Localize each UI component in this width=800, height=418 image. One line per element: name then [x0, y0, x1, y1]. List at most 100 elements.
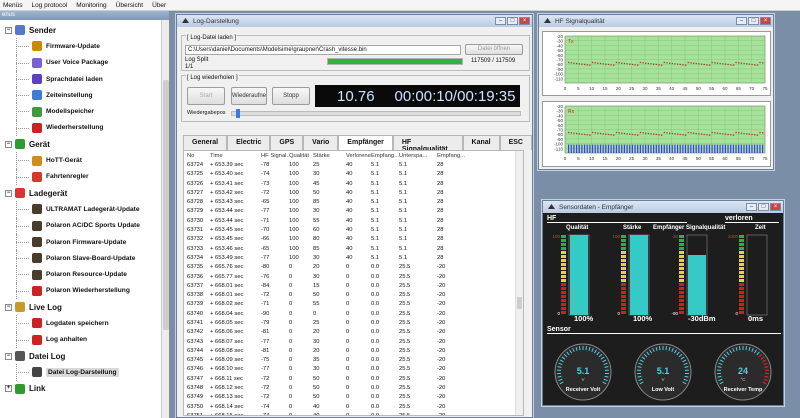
table-row[interactable]: 63747 + 668.11 sec -72 0 50 0 0.0 25.5 -20 — [184, 374, 523, 383]
tab-3[interactable]: Vario — [303, 135, 339, 150]
table-row[interactable]: 63724 + 653.39 sec -78 100 25 40 5.1 5.1 28 — [184, 160, 523, 169]
column-header[interactable]: Unterspa... — [399, 153, 437, 159]
table-row[interactable]: 63733 + 653.46 sec -65 100 85 40 5.1 5.1 28 — [184, 244, 523, 253]
column-header[interactable]: No — [184, 153, 210, 159]
table-row[interactable]: 63742 + 668.06 sec -81 0 20 0 0.0 25.5 -20 — [184, 328, 523, 337]
expand-toggle-icon[interactable]: − — [5, 140, 12, 148]
table-row[interactable]: 63738 + 668.01 sec -72 0 50 0 0.0 25.5 -20 — [184, 290, 523, 299]
table-row[interactable]: 63749 + 668.13 sec -72 0 50 0 0.0 25.5 -20 — [184, 393, 523, 402]
playback-slider-thumb[interactable] — [236, 109, 240, 118]
menu-item-3[interactable]: Übersicht — [116, 2, 143, 9]
menu-item-0[interactable]: Menüs — [3, 2, 23, 9]
column-header[interactable]: Time — [210, 153, 261, 159]
tab-5[interactable]: HF Signalqualität — [392, 135, 463, 153]
menu-item-4[interactable]: Über — [152, 2, 166, 9]
column-header[interactable]: Verlorene... — [346, 153, 371, 159]
table-row[interactable]: 63748 + 668.12 sec -72 0 50 0 0.0 25.5 -20 — [184, 383, 523, 392]
file-path-field[interactable]: C:\Users\daniel\Documents\Modelsime\grau… — [185, 45, 461, 55]
resume-button[interactable]: Wiederaufnehme — [231, 87, 267, 105]
close-button[interactable]: × — [519, 17, 530, 25]
maximize-button[interactable]: □ — [748, 17, 759, 25]
tree-item-0-3[interactable]: Zeiteinstellung — [0, 87, 161, 104]
menu-item-2[interactable]: Monitoring — [76, 2, 106, 9]
open-file-button[interactable]: Datei öffnen — [465, 44, 523, 55]
expand-toggle-icon[interactable]: − — [5, 26, 12, 34]
table-row[interactable]: 63726 + 653.41 sec -73 100 45 40 5.1 5.1 28 — [184, 179, 523, 188]
tab-2[interactable]: GPS — [270, 135, 304, 150]
playback-slider[interactable] — [231, 109, 521, 118]
tree-item-1-1[interactable]: Fahrtenregler — [0, 168, 161, 186]
table-row[interactable]: 63745 + 668.09 sec -75 0 35 0 0.0 25.5 -20 — [184, 356, 523, 365]
tab-7[interactable]: ESC — [499, 135, 532, 150]
table-row[interactable]: 63730 + 653.44 sec -71 100 55 40 5.1 5.1 28 — [184, 216, 523, 225]
table-row[interactable]: 63751 + 668.15 sec -74 0 40 0 0.0 25.5 -20 — [184, 411, 523, 415]
tree-category-5[interactable]: + Link — [0, 381, 161, 397]
tree-category-1[interactable]: − Gerät — [0, 136, 161, 152]
tree-item-4-0[interactable]: Datei Log-Darstellung — [0, 364, 161, 381]
tab-1[interactable]: Electric — [227, 135, 271, 150]
table-row[interactable]: 63734 + 653.49 sec -77 100 30 40 5.1 5.1 28 — [184, 253, 523, 262]
table-row[interactable]: 63735 + 665.76 sec -80 0 20 0 0.0 25.5 -20 — [184, 263, 523, 272]
minimize-button[interactable]: – — [736, 17, 747, 25]
close-button[interactable]: × — [770, 203, 781, 211]
column-header[interactable]: Stärke — [313, 153, 346, 159]
close-button[interactable]: × — [760, 17, 771, 25]
column-header[interactable]: HF Signal... — [261, 153, 289, 159]
tree-item-2-0[interactable]: ULTRAMAT Ladegerät-Update — [0, 201, 161, 218]
tree-item-0-1[interactable]: User Voice Package — [0, 54, 161, 72]
table-row[interactable]: 63727 + 653.42 sec -72 100 50 40 5.1 5.1 28 — [184, 188, 523, 197]
column-header[interactable]: Empfang... — [437, 153, 467, 159]
tree-scroll-thumb[interactable] — [163, 80, 169, 330]
tab-4[interactable]: Empfänger — [338, 135, 393, 151]
tree-item-0-5[interactable]: Wiederherstellung — [0, 119, 161, 137]
tree-item-2-2[interactable]: Polaron Firmware-Update — [0, 233, 161, 251]
tree-item-2-5[interactable]: Polaron Wiederherstellung — [0, 282, 161, 300]
start-button[interactable]: Start — [187, 87, 225, 105]
table-scrollbar[interactable] — [515, 151, 523, 415]
tree-item-3-0[interactable]: Logdaten speichern — [0, 315, 161, 332]
table-row[interactable]: 63725 + 653.40 sec -74 100 30 40 5.1 5.1 28 — [184, 170, 523, 179]
tab-0[interactable]: General — [183, 135, 228, 150]
expand-toggle-icon[interactable]: − — [5, 189, 12, 197]
minimize-button[interactable]: – — [495, 17, 506, 25]
log-window-titlebar[interactable]: Log-Darstellung – □ × — [177, 15, 532, 27]
table-row[interactable]: 63741 + 668.05 sec -79 0 25 0 0.0 25.5 -20 — [184, 318, 523, 327]
table-scroll-thumb[interactable] — [517, 297, 522, 309]
tree-item-1-0[interactable]: HoTT-Gerät — [0, 152, 161, 169]
table-row[interactable]: 63736 + 665.77 sec -76 0 30 0 0.0 25.5 -20 — [184, 272, 523, 281]
tree-item-2-4[interactable]: Polaron Resource-Update — [0, 266, 161, 284]
tree-item-0-4[interactable]: Modellspeicher — [0, 103, 161, 121]
table-row[interactable]: 63737 + 668.01 sec -84 0 15 0 0.0 25.5 -20 — [184, 281, 523, 290]
tree-item-0-0[interactable]: Firmware-Update — [0, 38, 161, 55]
table-row[interactable]: 63746 + 668.10 sec -77 0 30 0 0.0 25.5 -20 — [184, 365, 523, 374]
expand-toggle-icon[interactable]: + — [5, 385, 12, 393]
expand-toggle-icon[interactable]: − — [5, 303, 12, 311]
table-row[interactable]: 63744 + 668.08 sec -81 0 20 0 0.0 25.5 -20 — [184, 346, 523, 355]
tree-item-2-1[interactable]: Polaron AC/DC Sports Update — [0, 217, 161, 235]
tree-item-2-3[interactable]: Polaron Slave-Board-Update — [0, 250, 161, 267]
tree-category-4[interactable]: − Datei Log — [0, 348, 161, 364]
maximize-button[interactable]: □ — [758, 203, 769, 211]
table-row[interactable]: 63739 + 668.02 sec -71 0 55 0 0.0 25.5 -20 — [184, 300, 523, 309]
tree-category-0[interactable]: − Sender — [0, 22, 161, 38]
maximize-button[interactable]: □ — [507, 17, 518, 25]
table-row[interactable]: 63743 + 668.07 sec -77 0 30 0 0.0 25.5 -20 — [184, 337, 523, 346]
table-row[interactable]: 63729 + 653.44 sec -77 100 30 40 5.1 5.1 28 — [184, 207, 523, 216]
menu-item-1[interactable]: Log protocol — [32, 2, 68, 9]
tree-category-2[interactable]: − Ladegerät — [0, 185, 161, 201]
expand-toggle-icon[interactable]: − — [5, 352, 12, 360]
sensor-window-titlebar[interactable]: Sensordaten - Empfänger – □ × — [543, 201, 783, 213]
tree-item-0-2[interactable]: Sprachdatei laden — [0, 70, 161, 88]
column-header[interactable]: Qualität — [289, 153, 313, 159]
table-row[interactable]: 63740 + 668.04 sec -90 0 0 0 0.0 25.5 -20 — [184, 309, 523, 318]
column-header[interactable]: Empfang... — [371, 153, 399, 159]
tab-6[interactable]: Kanal — [462, 135, 500, 150]
minimize-button[interactable]: – — [746, 203, 757, 211]
tree-category-3[interactable]: − Live Log — [0, 299, 161, 315]
hf-window-titlebar[interactable]: HF Signalqualität – □ × — [539, 15, 773, 27]
table-row[interactable]: 63750 + 668.14 sec -74 0 40 0 0.0 25.5 -20 — [184, 402, 523, 411]
table-row[interactable]: 63732 + 653.45 sec -66 100 80 40 5.1 5.1 28 — [184, 235, 523, 244]
tree-item-3-1[interactable]: Log anhalten — [0, 331, 161, 349]
table-row[interactable]: 63731 + 653.45 sec -70 100 60 40 5.1 5.1 28 — [184, 225, 523, 234]
tree-scrollbar[interactable] — [161, 20, 169, 418]
